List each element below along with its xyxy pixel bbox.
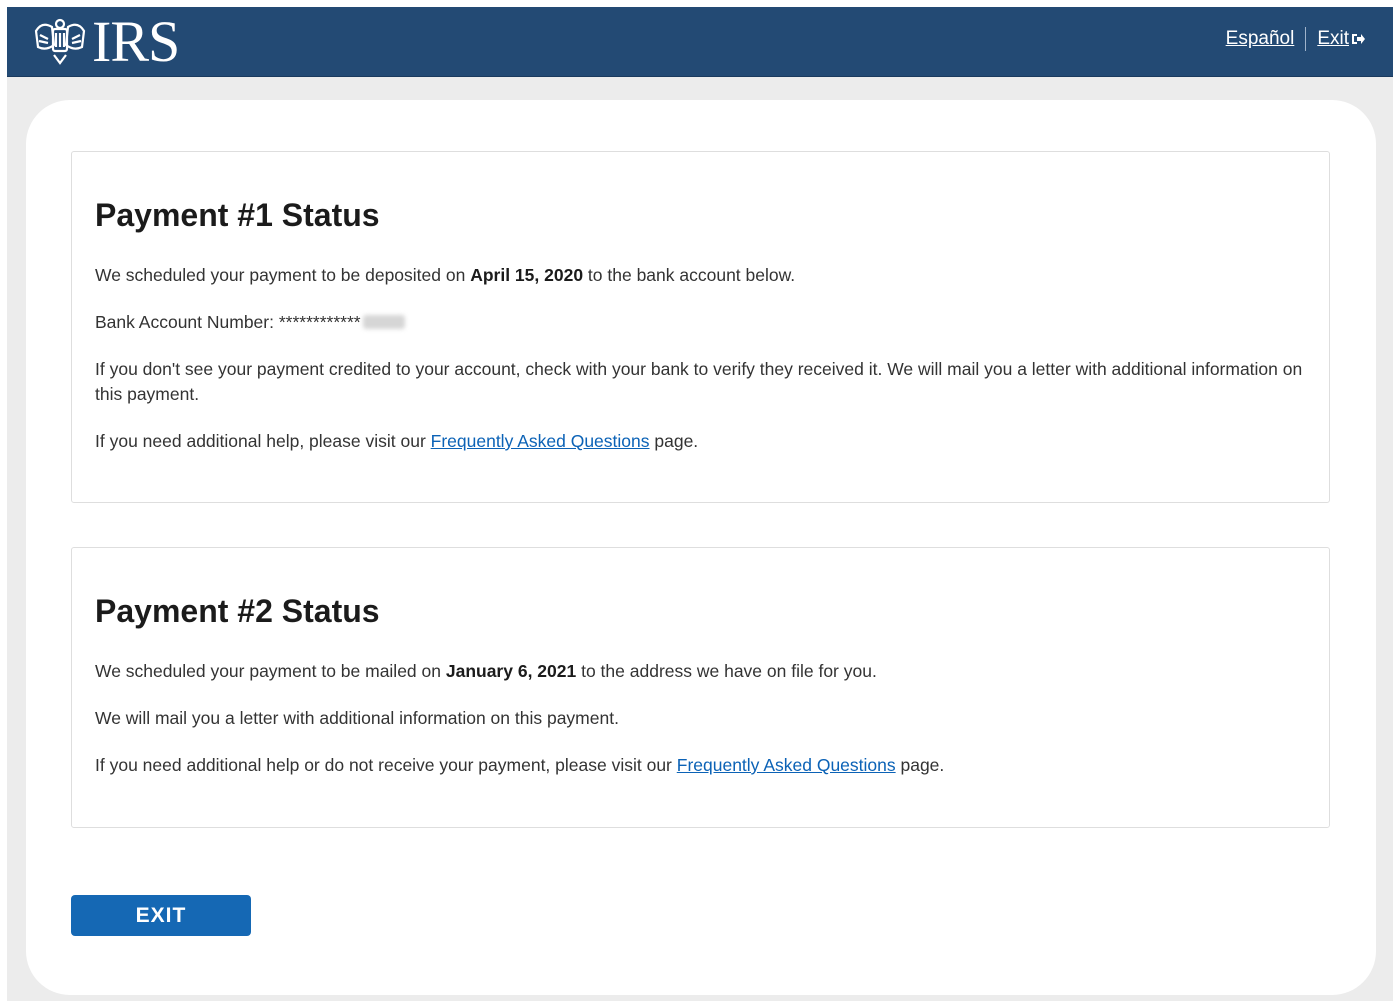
bank-account-row: Bank Account Number: ************ [95, 310, 1306, 335]
espanol-link[interactable]: Español [1226, 28, 1295, 50]
header-divider [1305, 27, 1307, 51]
payment1-panel: Payment #1 Status We scheduled your paym… [71, 151, 1330, 503]
payment1-schedule-text: We scheduled your payment to be deposite… [95, 263, 1306, 288]
exit-arrow-icon [1352, 34, 1365, 44]
payment2-faq-link[interactable]: Frequently Asked Questions [677, 755, 896, 775]
payment1-date: April 15, 2020 [470, 265, 584, 285]
payment1-help-prefix: If you need additional help, please visi… [95, 431, 431, 451]
content-card: Payment #1 Status We scheduled your paym… [26, 100, 1376, 995]
site-header: IRS Español Exit [7, 7, 1393, 77]
irs-logo[interactable]: IRS [32, 9, 180, 74]
bank-account-masked: ************ [278, 312, 361, 332]
payment2-mail-text: We will mail you a letter with additiona… [95, 708, 619, 728]
payment2-title: Payment #2 Status [95, 593, 380, 629]
header-exit-link[interactable]: Exit [1317, 28, 1366, 50]
payment1-credit-text: If you don't see your payment credited t… [95, 359, 1303, 404]
payment2-date: January 6, 2021 [445, 661, 577, 681]
page-frame: IRS Español Exit Payment #1 Status We sc… [7, 7, 1393, 1001]
payment2-help-text: If you need additional help or do not re… [95, 753, 1306, 778]
bank-account-redacted [362, 315, 405, 329]
payment1-help-suffix: page. [649, 431, 699, 451]
exit-button[interactable]: EXIT [71, 895, 251, 936]
payment2-schedule-prefix: We scheduled your payment to be mailed o… [95, 661, 446, 681]
payment1-schedule-suffix: to the bank account below. [583, 265, 796, 285]
payment1-faq-link[interactable]: Frequently Asked Questions [431, 431, 650, 451]
irs-eagle-icon [34, 18, 86, 65]
header-exit-label: Exit [1317, 28, 1349, 49]
irs-logo-text: IRS [92, 9, 180, 74]
bank-account-label: Bank Account Number: [95, 312, 279, 332]
payment2-help-prefix: If you need additional help or do not re… [95, 755, 677, 775]
payment1-schedule-prefix: We scheduled your payment to be deposite… [95, 265, 471, 285]
payment2-panel: Payment #2 Status We scheduled your paym… [71, 547, 1330, 828]
payment1-title: Payment #1 Status [95, 197, 380, 233]
header-links: Español Exit [1226, 27, 1366, 51]
payment2-schedule-suffix: to the address we have on file for you. [576, 661, 877, 681]
payment2-help-suffix: page. [895, 755, 945, 775]
payment1-help-text: If you need additional help, please visi… [95, 429, 1306, 454]
payment2-schedule-text: We scheduled your payment to be mailed o… [95, 659, 1306, 684]
